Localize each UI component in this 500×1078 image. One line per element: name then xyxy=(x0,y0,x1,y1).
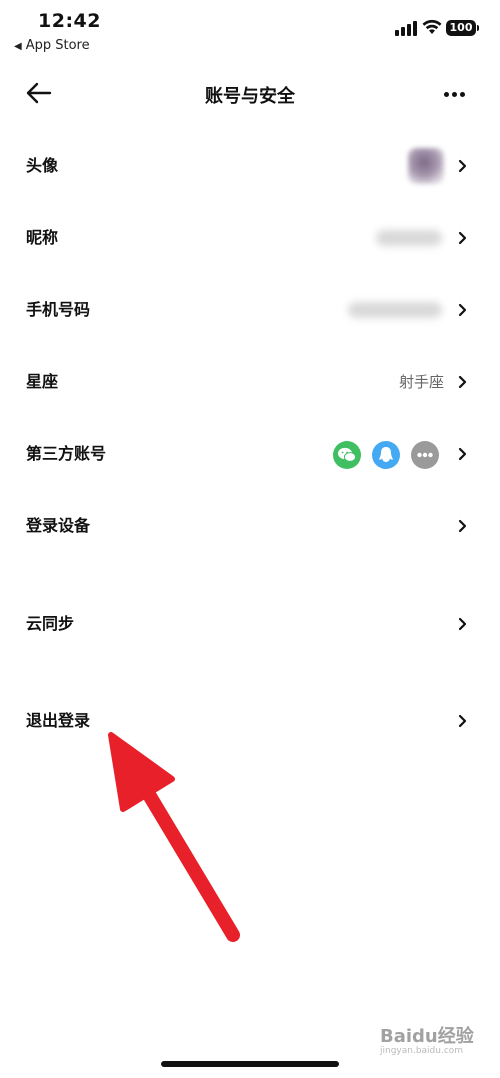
wechat-icon xyxy=(333,441,361,469)
row-label: 头像 xyxy=(26,156,59,175)
back-triangle-icon: ◀ xyxy=(14,41,22,52)
chevron-right-icon xyxy=(458,714,467,728)
row-label: 退出登录 xyxy=(26,711,91,730)
more-icon xyxy=(411,441,439,469)
row-label: 星座 xyxy=(26,372,59,391)
chevron-right-icon xyxy=(458,617,467,631)
status-time: 12:42 xyxy=(38,10,101,32)
page-title: 账号与安全 xyxy=(205,86,295,107)
chevron-right-icon xyxy=(458,447,467,461)
row-phone[interactable]: 手机号码 xyxy=(0,280,500,340)
wifi-icon xyxy=(422,19,442,34)
row-logout[interactable]: 退出登录 xyxy=(0,691,500,751)
more-options-icon[interactable] xyxy=(440,84,468,104)
row-login-devices[interactable]: 登录设备 xyxy=(0,496,500,556)
row-label: 登录设备 xyxy=(26,516,91,535)
chevron-right-icon xyxy=(458,159,467,173)
blurred-phone-number xyxy=(348,302,442,318)
row-zodiac[interactable]: 星座 射手座 xyxy=(0,352,500,412)
row-label: 手机号码 xyxy=(26,300,91,319)
home-indicator[interactable] xyxy=(161,1061,339,1067)
blurred-nickname xyxy=(376,230,442,246)
chevron-right-icon xyxy=(458,231,467,245)
row-nickname[interactable]: 昵称 xyxy=(0,208,500,268)
row-label: 昵称 xyxy=(26,228,59,247)
cellular-signal-icon xyxy=(395,20,417,36)
nav-bar: 账号与安全 xyxy=(0,66,500,122)
watermark-logo-text: Baidu经验 xyxy=(380,1026,474,1047)
back-to-app-link[interactable]: ◀ App Store xyxy=(14,38,90,53)
status-bar: 12:42 ◀ App Store 100 xyxy=(0,0,500,58)
watermark: Baidu经验 jingyan.baidu.com xyxy=(380,1022,474,1056)
back-app-label: App Store xyxy=(25,38,90,53)
avatar xyxy=(408,148,444,184)
row-avatar[interactable]: 头像 xyxy=(0,136,500,196)
chevron-right-icon xyxy=(458,375,467,389)
battery-indicator: 100 xyxy=(446,20,479,36)
watermark-url: jingyan.baidu.com xyxy=(380,1046,464,1056)
row-label: 云同步 xyxy=(26,614,75,633)
row-third-party-accounts[interactable]: 第三方账号 xyxy=(0,424,500,484)
row-label: 第三方账号 xyxy=(26,444,107,463)
row-cloud-sync[interactable]: 云同步 xyxy=(0,594,500,654)
row-value: 射手座 xyxy=(398,373,444,391)
chevron-right-icon xyxy=(458,303,467,317)
chevron-right-icon xyxy=(458,519,467,533)
qq-icon xyxy=(372,441,400,469)
